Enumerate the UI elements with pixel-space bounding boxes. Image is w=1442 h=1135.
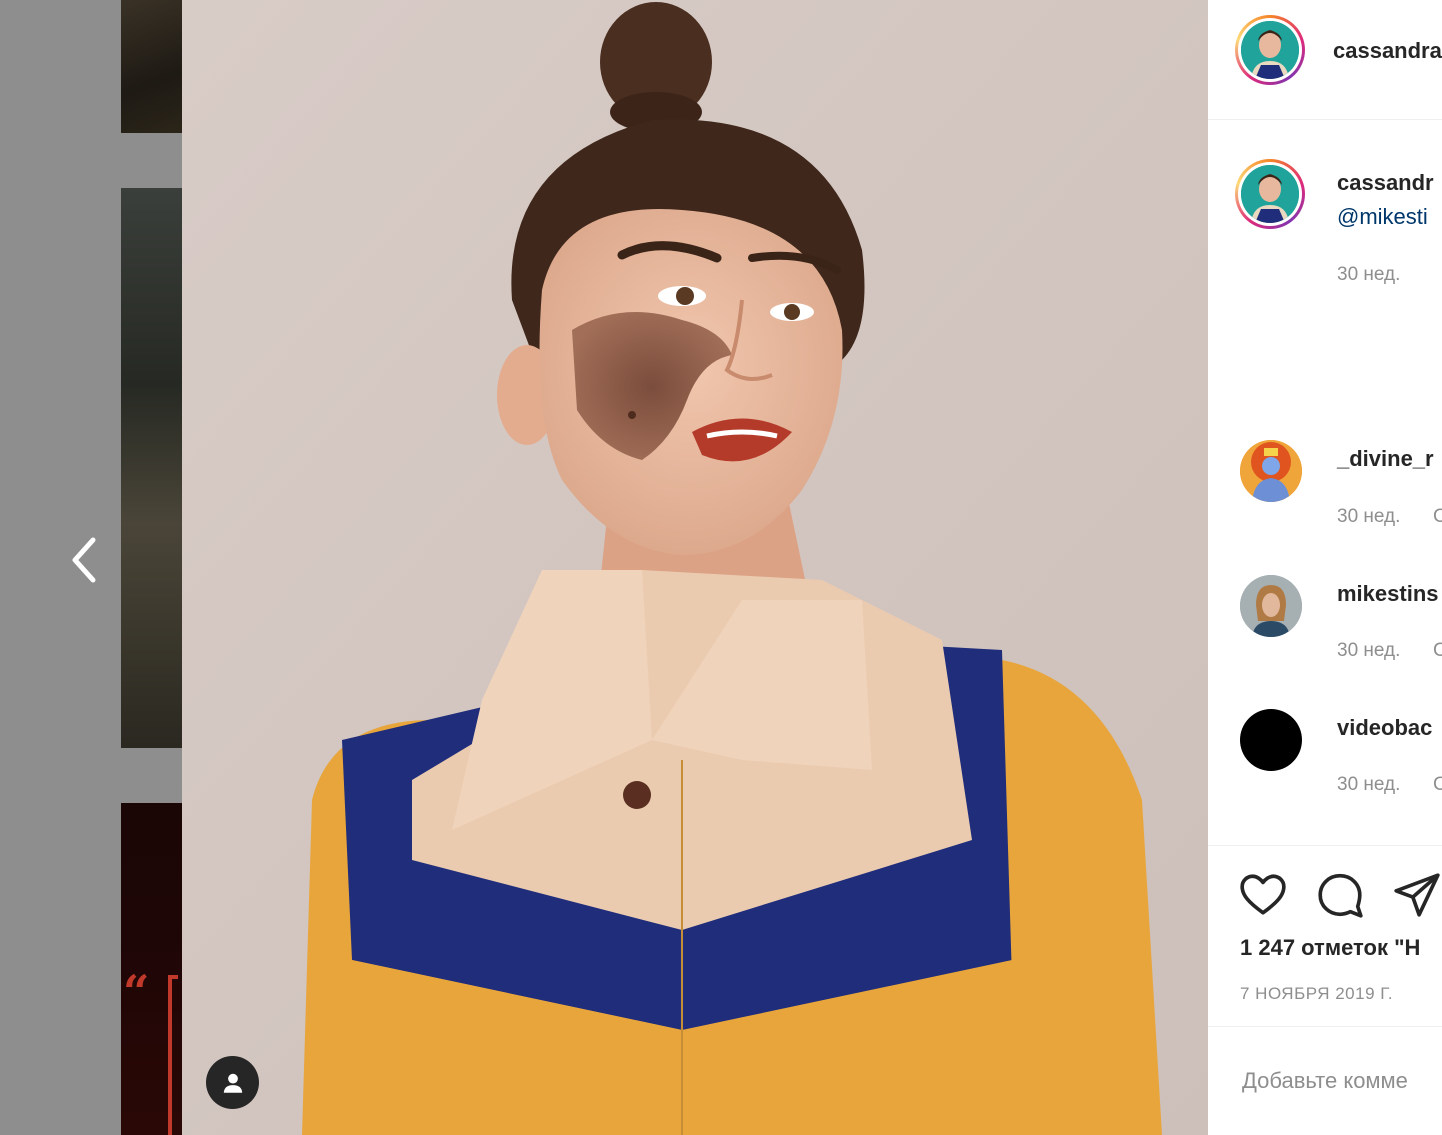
comment-reply-button[interactable]: C bbox=[1433, 506, 1442, 528]
comment-timestamp[interactable]: 30 нед. bbox=[1337, 774, 1400, 796]
comment-timestamp[interactable]: 30 нед. bbox=[1337, 640, 1400, 662]
post-details-panel: cassandra cassandr @mikesti 30 нед. _div… bbox=[1208, 0, 1442, 1135]
likes-count[interactable]: 1 247 отметок "Н bbox=[1240, 935, 1420, 961]
comment-username[interactable]: videobac bbox=[1337, 715, 1432, 741]
post-date[interactable]: 7 НОЯБРЯ 2019 Г. bbox=[1240, 984, 1393, 1004]
heart-icon bbox=[1240, 874, 1286, 915]
thumbnail-graphic: “ bbox=[123, 965, 150, 1019]
like-button[interactable] bbox=[1238, 870, 1288, 920]
user-icon bbox=[223, 1073, 242, 1093]
comment-reply-button[interactable]: C bbox=[1433, 640, 1442, 662]
comment-avatar[interactable] bbox=[1240, 440, 1302, 502]
post-photo bbox=[182, 0, 1208, 1135]
feed-thumbnail bbox=[121, 0, 182, 133]
comment-timestamp[interactable]: 30 нед. bbox=[1337, 506, 1400, 528]
caption-timestamp[interactable]: 30 нед. bbox=[1337, 264, 1400, 286]
caption-avatar[interactable] bbox=[1235, 159, 1305, 229]
comment-avatar[interactable] bbox=[1240, 575, 1302, 637]
caption-mention[interactable]: @mikesti bbox=[1337, 204, 1428, 230]
comment-button[interactable] bbox=[1315, 870, 1365, 920]
share-button[interactable] bbox=[1392, 870, 1442, 920]
author-avatar[interactable] bbox=[1235, 15, 1305, 85]
post-header: cassandra bbox=[1208, 0, 1442, 120]
comment-username[interactable]: _divine_r bbox=[1337, 446, 1434, 472]
caption-username[interactable]: cassandr bbox=[1337, 170, 1434, 196]
feed-thumbnail bbox=[121, 188, 182, 748]
comment-reply-button[interactable]: C bbox=[1433, 774, 1442, 796]
comment-icon bbox=[1318, 873, 1363, 918]
thumbnail-graphic bbox=[168, 975, 178, 1135]
chevron-left-icon bbox=[72, 537, 96, 583]
comment-username[interactable]: mikestins bbox=[1337, 581, 1439, 607]
previous-post-button[interactable] bbox=[62, 532, 106, 588]
tagged-users-button[interactable] bbox=[206, 1056, 259, 1109]
paper-plane-icon bbox=[1394, 873, 1440, 917]
comment-avatar[interactable] bbox=[1240, 709, 1302, 771]
add-comment-area bbox=[1208, 1026, 1442, 1135]
author-username[interactable]: cassandra bbox=[1333, 38, 1442, 64]
comment-input[interactable] bbox=[1240, 1067, 1442, 1095]
